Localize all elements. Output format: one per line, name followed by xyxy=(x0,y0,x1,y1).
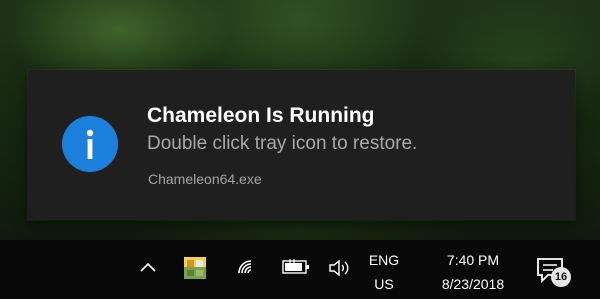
notification-count-badge: 16 xyxy=(551,267,571,287)
notification-message: Double click tray icon to restore. xyxy=(147,133,418,154)
notification-title: Chameleon Is Running xyxy=(147,104,375,127)
taskbar-clock[interactable]: 7:40 PM 8/23/2018 xyxy=(418,248,528,296)
battery-icon[interactable] xyxy=(282,258,310,276)
chevron-up-icon[interactable] xyxy=(138,258,158,278)
language-region: US xyxy=(374,276,394,292)
clock-time: 7:40 PM xyxy=(446,252,500,268)
volume-icon[interactable] xyxy=(328,258,352,278)
notification-source: Chameleon64.exe xyxy=(148,171,262,187)
language-code: ENG xyxy=(368,252,400,268)
wifi-icon[interactable] xyxy=(236,256,258,278)
input-language-indicator[interactable]: ENG US xyxy=(366,248,402,296)
info-icon xyxy=(62,116,118,172)
clock-date: 8/23/2018 xyxy=(441,276,505,292)
chameleon-tray-icon[interactable] xyxy=(183,256,207,280)
